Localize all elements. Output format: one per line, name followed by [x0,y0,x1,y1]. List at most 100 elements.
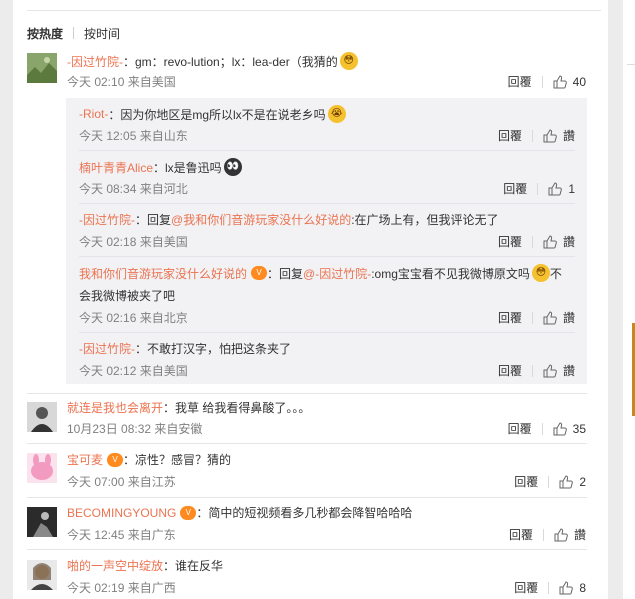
like-button[interactable]: 35 [553,422,586,436]
reply-text-line2: 会我微博被夹了吧 [79,289,176,303]
divider [79,256,575,257]
like-button[interactable]: 讚 [543,127,575,144]
username[interactable]: -Riot- [79,107,108,121]
avatar[interactable] [27,507,57,537]
divider [627,64,635,65]
comment-meta: 今天 12:45 来自广东 [67,528,176,542]
avatar[interactable] [27,53,57,83]
divider [73,27,75,39]
like-button[interactable]: 1 [548,182,575,196]
sort-by-time[interactable]: 按时间 [84,25,120,42]
reply-button[interactable]: 回覆 [498,309,522,326]
divider [531,311,533,324]
reply-text: -因过竹院- ：回复 @我和你们音游玩家没什么好说的 :在广场上有，但我评论无了 [79,211,499,228]
like-label: 讚 [562,235,575,249]
like-button[interactable]: 讚 [554,526,586,543]
comment-text: 啪的一声空中绽放 ：谁在反华 [67,557,223,574]
sort-by-hot[interactable]: 按热度 [27,25,63,42]
username[interactable]: 宝可麦 [67,451,103,468]
avatar[interactable] [27,402,57,432]
reply-button[interactable]: 回覆 [498,127,522,144]
username[interactable]: 楠叶青青Alice [79,159,153,176]
thumbs-up-icon [548,181,563,195]
mention-link[interactable]: @我和你们音游玩家没什么好说的 [171,211,351,228]
reply-meta: 今天 08:34 来自河北 [79,182,188,196]
reply-actions: 回覆 1 [503,180,575,197]
comment-body: ：gm：revo-lution；lx：lea-der（我猜的 [123,54,338,69]
like-button[interactable]: 2 [559,475,586,489]
username[interactable]: 啪的一声空中绽放 [67,557,163,574]
reply-meta: 今天 02:18 来自美国 [79,235,188,249]
embarrassed-emoji-icon: 😳 [339,52,358,70]
username[interactable]: -因过竹院- [79,211,135,228]
comment-body: ：谁在反华 [163,559,224,573]
right-sidebar-edge [623,0,635,599]
like-button[interactable]: 讚 [543,362,575,379]
reply-prefix: ：回复 [135,213,172,227]
comment-text: 就连是我也会离开 ：我草 给我看得鼻酸了。。。 [67,399,310,416]
thumbs-up-icon [559,474,574,488]
like-count: 1 [568,181,575,196]
divider [27,443,587,444]
divider [79,332,575,333]
username[interactable]: 就连是我也会离开 [67,399,163,416]
comment-actions: 回覆 2 [514,473,586,490]
divider [531,235,533,248]
comment-text: BECOMINGYOUNG V ：简中的短视频看多几秒都会降智哈哈哈 [67,504,412,521]
divider [548,581,550,594]
reply-actions: 回覆 讚 [498,309,575,326]
comment-actions: 回覆 讚 [509,526,586,543]
divider [537,182,539,195]
mention-link[interactable]: @-因过竹院- [303,265,371,282]
thumbs-up-icon [559,580,574,594]
comment-actions: 回覆 40 [508,73,586,90]
reply-body: ：lx是鲁迅吗 [153,160,222,175]
reply-actions: 回覆 讚 [498,127,575,144]
reply-button[interactable]: 回覆 [503,180,527,197]
crying-emoji-icon: 😭 [327,105,346,123]
comment-text: 宝可麦 V ：凉性？感冒？猜的 [67,451,231,468]
like-button[interactable]: 讚 [543,309,575,326]
thumbs-up-icon [543,363,557,377]
reply-button[interactable]: 回覆 [498,362,522,379]
thumbs-up-icon [553,421,567,435]
thumbs-up-icon [554,527,568,541]
thumbs-up-icon [543,310,557,324]
reply-button[interactable]: 回覆 [514,473,538,490]
reply-text: 我和你们音游玩家没什么好说的 V ：回复 @-因过竹院- :omg宝宝看不见我微… [79,264,562,282]
like-count: 35 [572,421,586,436]
reply-meta: 今天 12:05 来自山东 [79,129,188,143]
like-button[interactable]: 8 [559,581,586,595]
username[interactable]: -因过竹院- [79,340,135,357]
comment-panel: 按热度 按时间 -因过竹院- ：gm：revo-lution；lx：lea-de… [13,0,608,599]
username[interactable]: 我和你们音游玩家没什么好说的 [79,265,247,282]
divider [79,150,575,151]
like-button[interactable]: 讚 [543,233,575,250]
reply-button[interactable]: 回覆 [508,73,532,90]
like-label: 讚 [562,364,575,378]
reply-button[interactable]: 回覆 [498,233,522,250]
comment-text: -因过竹院- ：gm：revo-lution；lx：lea-der（我猜的 😳 [67,52,358,70]
comment-actions: 回覆 8 [514,579,586,596]
reply-meta: 今天 02:16 来自北京 [79,311,188,325]
vip-badge-icon: V [107,452,124,467]
divider [27,549,587,550]
reply-text: -Riot- ：因为你地区是mg所以lx不是在说老乡吗 😭 [79,105,346,123]
like-button[interactable]: 40 [553,75,586,89]
like-count: 40 [572,74,586,89]
username[interactable]: -因过竹院- [67,53,123,70]
reply-prefix: ：回复 [267,266,304,281]
divider [548,475,550,488]
reply-button[interactable]: 回覆 [509,526,533,543]
divider [531,129,533,142]
divider [27,497,587,498]
reply-button[interactable]: 回覆 [514,579,538,596]
reply-button[interactable]: 回覆 [508,420,532,437]
username[interactable]: BECOMINGYOUNG [67,506,176,520]
comment-meta: 今天 02:10 来自美国 [67,75,176,89]
avatar[interactable] [27,453,57,483]
reply-actions: 回覆 讚 [498,362,575,379]
avatar[interactable] [27,560,57,590]
reply-body: :在广场上有，但我评论无了 [351,213,499,227]
eyes-emoji-icon: 👀 [223,158,242,176]
